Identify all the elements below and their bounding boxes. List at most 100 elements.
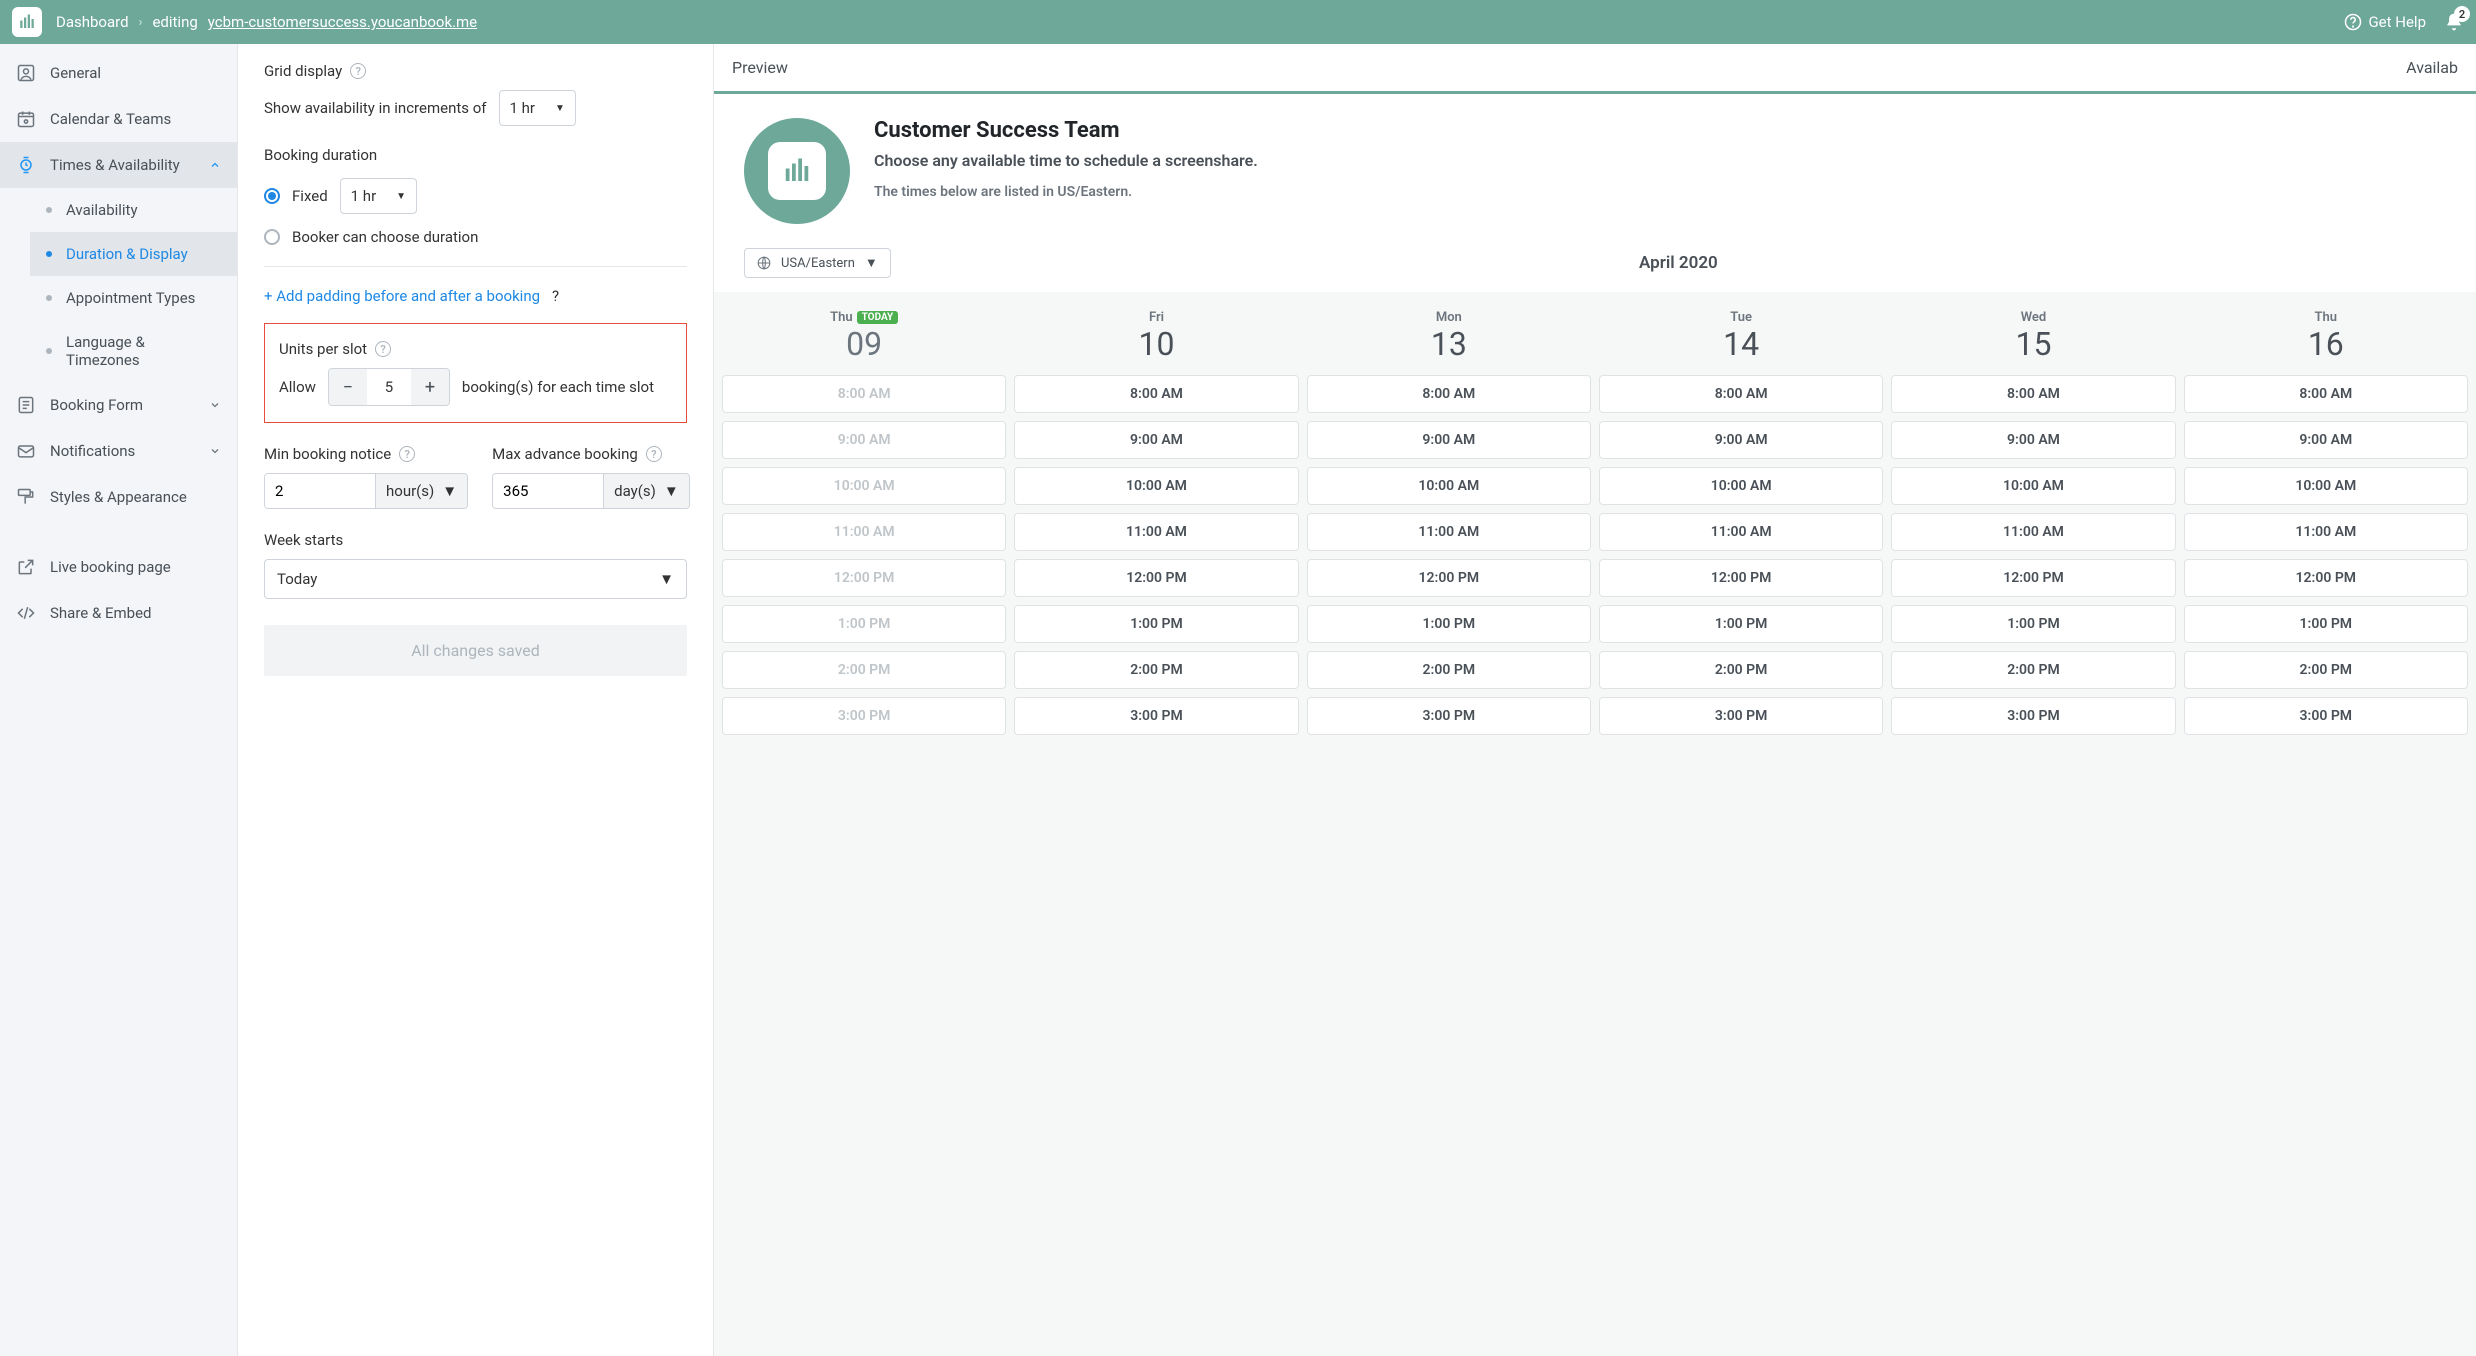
time-slot[interactable]: 11:00 AM: [1307, 513, 1591, 551]
day-column: Fri108:00 AM9:00 AM10:00 AM11:00 AM12:00…: [1014, 302, 1298, 743]
min-notice-input[interactable]: [265, 474, 375, 508]
chevron-down-icon: [209, 399, 221, 411]
sidebar-item-share[interactable]: Share & Embed: [0, 590, 237, 636]
time-slot[interactable]: 2:00 PM: [1014, 651, 1298, 689]
help-icon[interactable]: ?: [375, 341, 391, 357]
increments-select[interactable]: 1 hr▼: [499, 90, 576, 126]
time-slot[interactable]: 3:00 PM: [1599, 697, 1883, 735]
sidebar-item-general[interactable]: General: [0, 50, 237, 96]
time-slot[interactable]: 1:00 PM: [1891, 605, 2175, 643]
time-slot[interactable]: 2:00 PM: [1599, 651, 1883, 689]
sidebar-label: General: [50, 64, 101, 82]
sidebar-item-calendar[interactable]: Calendar & Teams: [0, 96, 237, 142]
radio-booker-choose[interactable]: [264, 229, 280, 245]
time-slot[interactable]: 9:00 AM: [1307, 421, 1591, 459]
time-slot[interactable]: 11:00 AM: [1599, 513, 1883, 551]
max-advance-input[interactable]: [493, 474, 603, 508]
time-slot[interactable]: 8:00 AM: [1599, 375, 1883, 413]
increment-button[interactable]: +: [411, 369, 449, 405]
radio-fixed[interactable]: [264, 188, 280, 204]
units-per-slot-label: Units per slot: [279, 340, 367, 358]
sidebar-item-duration[interactable]: Duration & Display: [30, 232, 237, 276]
day-column: Mon138:00 AM9:00 AM10:00 AM11:00 AM12:00…: [1307, 302, 1591, 743]
day-column: Tue14 8:00 AM 9:00 AM 10:00 AM 11:00 AM 12:00…: [1599, 302, 1883, 743]
units-per-slot-section: Units per slot? Allow − 5 + booking(s) f…: [264, 323, 687, 423]
app-logo[interactable]: [12, 7, 42, 37]
time-slot[interactable]: 9:00 AM: [1014, 421, 1298, 459]
sidebar-item-notifications[interactable]: Notifications: [0, 428, 237, 474]
tab-availability[interactable]: Availab: [2388, 44, 2476, 91]
time-slot[interactable]: 1:00 PM: [1599, 605, 1883, 643]
time-slot: 1:00 PM: [722, 605, 1006, 643]
increments-label: Show availability in increments of: [264, 99, 487, 117]
sidebar-item-availability[interactable]: Availability: [30, 188, 237, 232]
sidebar-item-language[interactable]: Language & Timezones: [30, 320, 237, 382]
dropdown-icon: ▼: [659, 570, 674, 588]
time-slot[interactable]: 9:00 AM: [1599, 421, 1883, 459]
time-slot[interactable]: 10:00 AM: [1014, 467, 1298, 505]
max-advance-unit-select[interactable]: day(s)▼: [603, 474, 689, 508]
day-number: 14: [1599, 325, 1883, 363]
time-slot[interactable]: 10:00 AM: [2184, 467, 2468, 505]
decrement-button[interactable]: −: [329, 369, 367, 405]
day-of-week: Tue: [1599, 310, 1883, 325]
time-slot[interactable]: 2:00 PM: [1307, 651, 1591, 689]
time-slot[interactable]: 12:00 PM: [1891, 559, 2175, 597]
dashboard-link[interactable]: Dashboard: [56, 13, 129, 31]
help-icon[interactable]: ?: [552, 287, 559, 305]
time-slot[interactable]: 8:00 AM: [1891, 375, 2175, 413]
day-number: 13: [1307, 325, 1591, 363]
time-slot[interactable]: 11:00 AM: [1891, 513, 2175, 551]
time-slot[interactable]: 3:00 PM: [1307, 697, 1591, 735]
time-slot[interactable]: 2:00 PM: [2184, 651, 2468, 689]
calendar-icon: [16, 109, 36, 129]
week-starts-label: Week starts: [264, 531, 343, 549]
time-slot[interactable]: 12:00 PM: [1014, 559, 1298, 597]
sidebar-item-times[interactable]: Times & Availability: [0, 142, 237, 188]
time-slot[interactable]: 10:00 AM: [1599, 467, 1883, 505]
time-slot[interactable]: 3:00 PM: [1891, 697, 2175, 735]
fixed-duration-select[interactable]: 1 hr▼: [340, 178, 417, 214]
time-slot[interactable]: 11:00 AM: [1014, 513, 1298, 551]
time-slot[interactable]: 8:00 AM: [1307, 375, 1591, 413]
tab-preview[interactable]: Preview: [714, 44, 806, 91]
get-help-button[interactable]: Get Help: [2344, 13, 2426, 31]
time-slot[interactable]: 1:00 PM: [1014, 605, 1298, 643]
time-slot: 2:00 PM: [722, 651, 1006, 689]
timezone-select[interactable]: USA/Eastern ▼: [744, 248, 891, 278]
help-icon[interactable]: ?: [646, 446, 662, 462]
fixed-label: Fixed: [292, 187, 328, 205]
day-column: Wed158:00 AM9:00 AM10:00 AM11:00 AM12:00…: [1891, 302, 2175, 743]
time-slot[interactable]: 12:00 PM: [1307, 559, 1591, 597]
sidebar-label: Duration & Display: [66, 245, 188, 263]
page-url-link[interactable]: ycbm-customersuccess.youcanbook.me: [208, 13, 477, 31]
help-icon[interactable]: ?: [399, 446, 415, 462]
time-slot[interactable]: 12:00 PM: [2184, 559, 2468, 597]
time-slot[interactable]: 1:00 PM: [2184, 605, 2468, 643]
min-notice-unit-select[interactable]: hour(s)▼: [375, 474, 467, 508]
external-link-icon: [16, 557, 36, 577]
help-icon[interactable]: ?: [350, 63, 366, 79]
dropdown-icon: ▼: [442, 482, 457, 500]
time-slot[interactable]: 8:00 AM: [2184, 375, 2468, 413]
sidebar-item-styles[interactable]: Styles & Appearance: [0, 474, 237, 520]
week-starts-select[interactable]: Today▼: [264, 559, 687, 599]
time-slot[interactable]: 3:00 PM: [1014, 697, 1298, 735]
time-slot[interactable]: 8:00 AM: [1014, 375, 1298, 413]
time-slot[interactable]: 9:00 AM: [2184, 421, 2468, 459]
add-padding-link[interactable]: + Add padding before and after a booking: [264, 287, 540, 305]
sidebar-label: Styles & Appearance: [50, 488, 187, 506]
notifications-button[interactable]: 2: [2444, 12, 2464, 32]
time-slot[interactable]: 2:00 PM: [1891, 651, 2175, 689]
sidebar-item-appointment[interactable]: Appointment Types: [30, 276, 237, 320]
time-slot[interactable]: 1:00 PM: [1307, 605, 1591, 643]
sidebar-item-booking-form[interactable]: Booking Form: [0, 382, 237, 428]
time-slot[interactable]: 12:00 PM: [1599, 559, 1883, 597]
time-slot[interactable]: 9:00 AM: [1891, 421, 2175, 459]
time-slot[interactable]: 10:00 AM: [1891, 467, 2175, 505]
sidebar-item-live-booking[interactable]: Live booking page: [0, 544, 237, 590]
time-slot[interactable]: 11:00 AM: [2184, 513, 2468, 551]
time-slot[interactable]: 3:00 PM: [2184, 697, 2468, 735]
dropdown-icon: ▼: [555, 103, 565, 114]
time-slot[interactable]: 10:00 AM: [1307, 467, 1591, 505]
